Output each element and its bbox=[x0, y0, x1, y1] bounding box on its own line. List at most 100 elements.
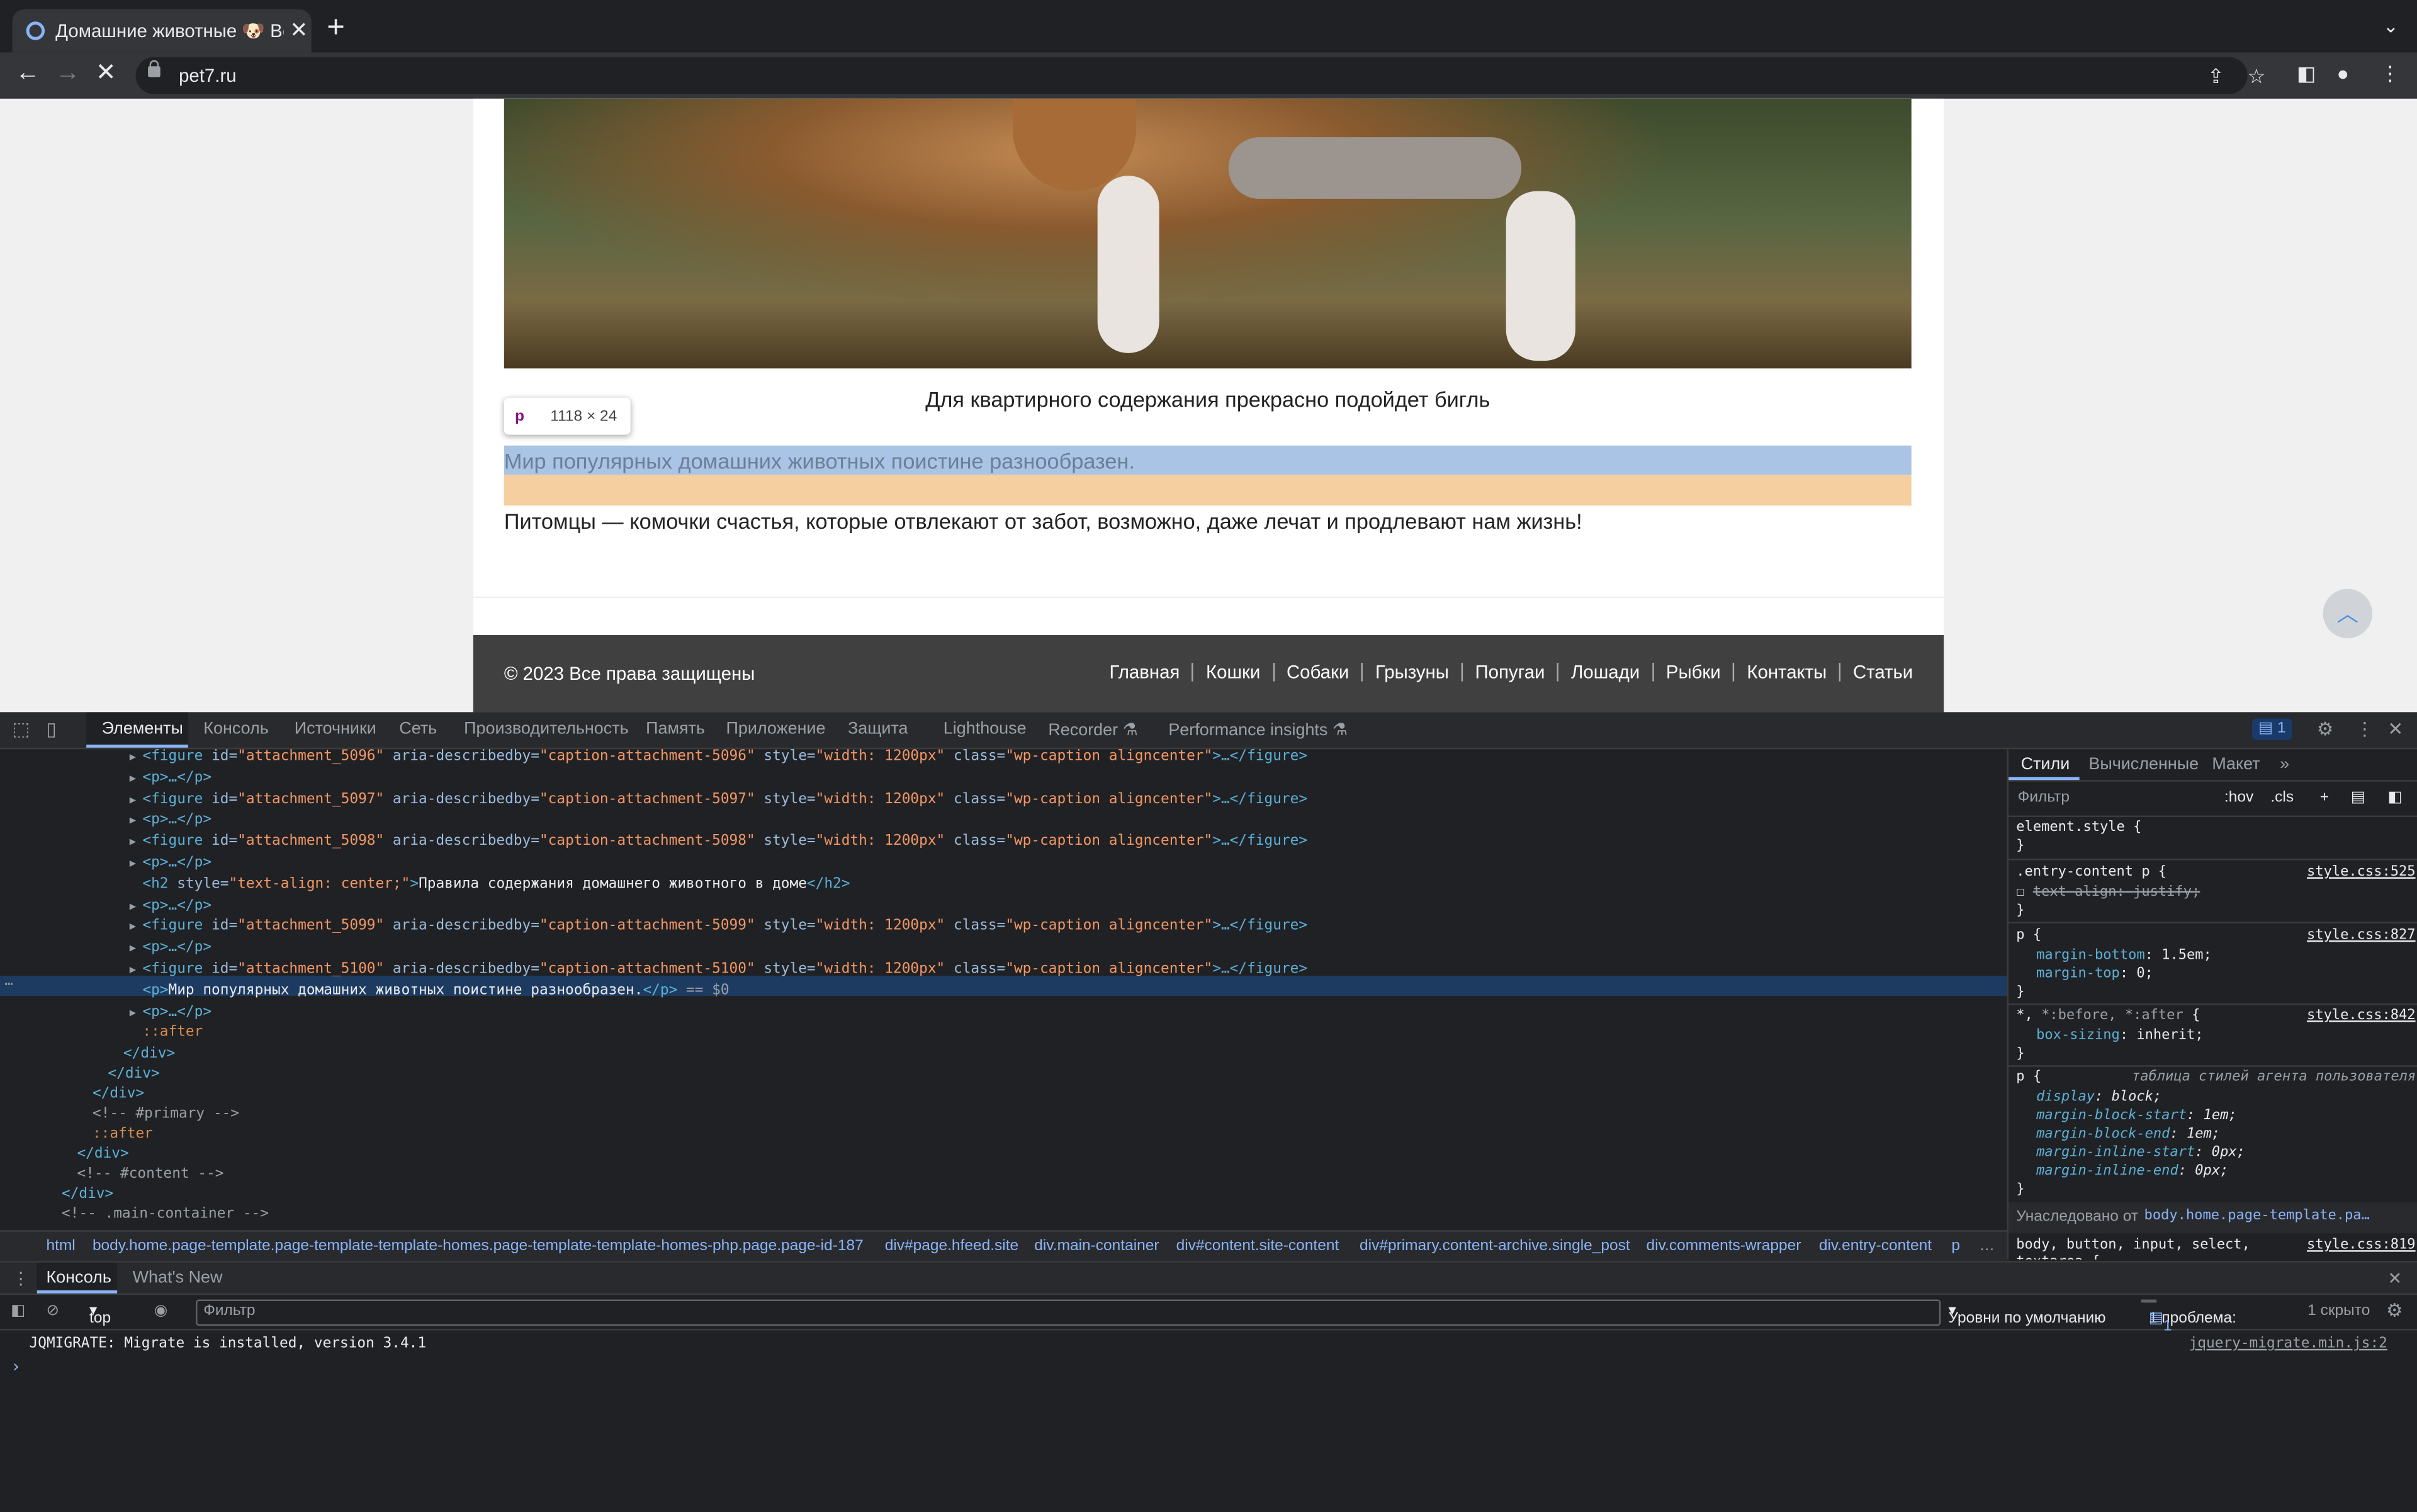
console-sidebar-icon[interactable]: ◧ bbox=[11, 1302, 25, 1319]
devtools-tab[interactable]: Консоль bbox=[203, 720, 268, 738]
close-drawer-icon[interactable]: ✕ bbox=[2388, 1269, 2403, 1289]
styles-filter-input[interactable]: Фильтр bbox=[2018, 789, 2070, 806]
breadcrumb-item[interactable]: p bbox=[1951, 1238, 1960, 1255]
footer-menu-item[interactable]: Грызуны bbox=[1361, 663, 1462, 682]
toggle-sidebar-icon[interactable]: ◧ bbox=[2388, 789, 2403, 806]
hov-button[interactable]: :hov bbox=[2224, 789, 2253, 806]
style-source-link[interactable]: style.css:842 bbox=[2307, 1008, 2416, 1024]
issues-button[interactable]: 1 проблема: ▤ 1 bbox=[2141, 1299, 2236, 1335]
back-icon[interactable]: ← bbox=[15, 60, 40, 88]
live-expression-eye-icon[interactable]: ◉ bbox=[154, 1302, 167, 1319]
dom-node[interactable]: ▶ <p>…</p> bbox=[130, 937, 211, 960]
dom-node[interactable]: </div> bbox=[62, 1184, 113, 1205]
style-source-link[interactable]: style.css:827 bbox=[2307, 928, 2416, 943]
devtools-tab[interactable]: Производительность bbox=[464, 720, 629, 738]
url-text[interactable]: pet7.ru bbox=[179, 65, 236, 86]
log-source-link[interactable]: jquery-migrate.min.js:2 bbox=[2189, 1335, 2387, 1352]
dom-node[interactable]: <!-- #primary --> bbox=[93, 1104, 239, 1125]
dom-tree[interactable]: ⋯ ▶ <figure id="attachment_5096" aria-de… bbox=[0, 746, 2007, 1230]
sidebar-icon[interactable]: ◧ bbox=[2297, 62, 2316, 86]
expand-triangle-icon[interactable]: ▶ bbox=[130, 900, 143, 912]
settings-gear-icon[interactable]: ⚙ bbox=[2317, 718, 2333, 740]
breadcrumb-more-icon[interactable]: … bbox=[1980, 1238, 1995, 1255]
lock-icon[interactable] bbox=[148, 60, 161, 77]
tab-search-icon[interactable]: ⌄ bbox=[2383, 15, 2399, 37]
ellipsis-icon[interactable]: ⋯ bbox=[4, 976, 13, 996]
expand-triangle-icon[interactable]: ▶ bbox=[130, 836, 143, 849]
rule-checkbox[interactable]: ☐ text-align: justify; bbox=[2016, 885, 2200, 900]
tab-whats-new[interactable]: What's New bbox=[133, 1269, 223, 1287]
tab-console[interactable]: Консоль bbox=[46, 1269, 111, 1287]
dom-node[interactable]: ▶ <p>…</p> bbox=[130, 810, 211, 833]
cls-button[interactable]: .cls bbox=[2270, 789, 2294, 806]
devtools-tab[interactable]: Приложение bbox=[726, 720, 825, 738]
context-select[interactable]: top ▾ bbox=[89, 1302, 111, 1327]
footer-menu-item[interactable]: Попугаи bbox=[1461, 663, 1557, 682]
inspect-element-icon[interactable]: ⬚ bbox=[13, 718, 30, 740]
expand-triangle-icon[interactable]: ▶ bbox=[130, 964, 143, 976]
expand-triangle-icon[interactable]: ▶ bbox=[130, 793, 143, 806]
breadcrumb-item[interactable]: div#primary.content-archive.single_post bbox=[1360, 1238, 1630, 1255]
expand-triangle-icon[interactable]: ▶ bbox=[130, 942, 143, 955]
breadcrumb-item[interactable]: div#content.site-content bbox=[1176, 1238, 1339, 1255]
device-toolbar-icon[interactable]: ▯ bbox=[46, 718, 56, 740]
console-settings-icon[interactable]: ⚙ bbox=[2386, 1300, 2403, 1321]
footer-menu-item[interactable]: Контакты bbox=[1733, 663, 1839, 682]
drawer-menu-icon[interactable]: ⋮ bbox=[13, 1269, 30, 1289]
expand-triangle-icon[interactable]: ▶ bbox=[130, 815, 143, 827]
close-tab-icon[interactable]: ✕ bbox=[290, 17, 308, 43]
console-filter-input[interactable]: Фильтр bbox=[196, 1299, 1941, 1326]
footer-menu-item[interactable]: Кошки bbox=[1192, 663, 1273, 682]
dom-node[interactable]: ▶ <p>…</p> bbox=[130, 895, 211, 918]
dom-node[interactable]: ::after bbox=[130, 1023, 203, 1046]
dom-node[interactable]: ▶ <figure id="attachment_5096" aria-desc… bbox=[130, 746, 1307, 769]
expand-triangle-icon[interactable]: ▶ bbox=[130, 751, 143, 764]
tab-computed[interactable]: Вычисленные bbox=[2088, 755, 2199, 774]
devtools-tab[interactable]: Recorder ⚗ bbox=[1048, 720, 1137, 740]
rule-prop[interactable]: margin-bottom: 1.5em; bbox=[2036, 948, 2212, 963]
devtools-tab[interactable]: Источники bbox=[295, 720, 376, 738]
console-prompt-icon[interactable]: › bbox=[11, 1357, 21, 1377]
devtools-tab[interactable]: Lighthouse bbox=[944, 720, 1027, 738]
clear-console-icon[interactable]: ⊘ bbox=[46, 1302, 59, 1319]
dom-node[interactable]: ▶ <figure id="attachment_5100" aria-desc… bbox=[130, 959, 1307, 981]
expand-triangle-icon[interactable]: ▶ bbox=[130, 772, 143, 784]
devtools-tab[interactable]: Память bbox=[646, 720, 705, 738]
more-tabs-icon[interactable]: » bbox=[2280, 755, 2289, 774]
inherited-from[interactable]: body.home.page-template.pa… bbox=[2144, 1209, 2370, 1224]
dom-node[interactable]: <p>Мир популярных домашних животных поис… bbox=[130, 980, 729, 1003]
breadcrumb-item[interactable]: div.entry-content bbox=[1819, 1238, 1932, 1255]
devtools-tab[interactable]: Защита bbox=[848, 720, 908, 738]
profile-icon[interactable]: ● bbox=[2337, 62, 2349, 85]
rule-prop[interactable]: box-sizing: inherit; bbox=[2036, 1028, 2203, 1043]
breadcrumb-item[interactable]: div.main-container bbox=[1034, 1238, 1159, 1255]
new-rule-icon[interactable]: + bbox=[2320, 789, 2329, 806]
footer-menu-item[interactable]: Собаки bbox=[1272, 663, 1361, 682]
devtools-tab[interactable]: Сеть bbox=[399, 720, 437, 738]
breadcrumb-item[interactable]: div.comments-wrapper bbox=[1647, 1238, 1801, 1255]
style-source-link[interactable]: style.css:525 bbox=[2307, 865, 2416, 880]
expand-triangle-icon[interactable]: ▶ bbox=[130, 857, 143, 870]
breadcrumb-item[interactable]: div#page.hfeed.site bbox=[885, 1238, 1018, 1255]
dom-node[interactable]: <h2 style="text-align: center;">Правила … bbox=[130, 874, 850, 896]
forward-icon[interactable]: → bbox=[55, 60, 80, 88]
dom-node[interactable]: ▶ <figure id="attachment_5099" aria-desc… bbox=[130, 917, 1307, 939]
dom-node[interactable]: ▶ <p>…</p> bbox=[130, 767, 211, 790]
devtools-tab[interactable]: Performance insights ⚗ bbox=[1168, 720, 1348, 740]
expand-triangle-icon[interactable]: ▶ bbox=[130, 921, 143, 934]
address-bar[interactable]: pet7.ru ⇪ ☆ bbox=[135, 57, 2265, 94]
bookmark-star-icon[interactable]: ☆ bbox=[2248, 65, 2266, 89]
close-devtools-icon[interactable]: ✕ bbox=[2388, 718, 2404, 740]
issues-badge[interactable]: ▤ 1 bbox=[2251, 718, 2292, 740]
stop-icon[interactable]: ✕ bbox=[96, 60, 116, 88]
dom-node[interactable]: </div> bbox=[123, 1044, 175, 1064]
dom-node[interactable]: </div> bbox=[77, 1144, 128, 1165]
rule-prop[interactable]: margin-top: 0; bbox=[2036, 967, 2153, 982]
devtools-tab[interactable]: Элементы bbox=[102, 720, 183, 738]
footer-menu-item[interactable]: Рыбки bbox=[1652, 663, 1733, 682]
dom-node[interactable]: </div> bbox=[93, 1084, 144, 1105]
tab-layout[interactable]: Макет bbox=[2212, 755, 2260, 774]
menu-icon[interactable]: ⋮ bbox=[2380, 62, 2400, 86]
footer-menu-item[interactable]: Статьи bbox=[1839, 663, 1913, 682]
browser-tab[interactable]: Домашние животные 🐶 Все о ✕ bbox=[12, 9, 312, 53]
